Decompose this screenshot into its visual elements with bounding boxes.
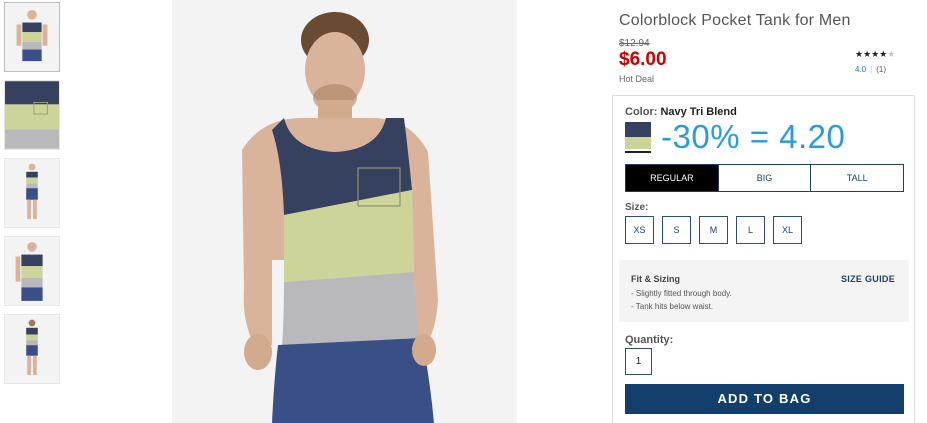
color-label: Color: <box>625 106 658 118</box>
fit-sizing-box: Fit & Sizing SIZE GUIDE - Slightly fitte… <box>619 260 909 322</box>
thumbnail-side-image <box>5 237 59 305</box>
color-selection: Color: Navy Tri Blend <box>625 106 737 118</box>
size-button-xl[interactable]: XL <box>773 216 802 244</box>
model-illustration <box>172 0 517 423</box>
star-rating-icon: ★★★★★ <box>855 49 896 59</box>
swatch-selected-underline <box>625 151 651 153</box>
rating-average[interactable]: 4.0 <box>855 65 866 74</box>
thumbnail-closeup[interactable] <box>4 80 60 150</box>
quantity-input[interactable]: 1 <box>625 348 652 375</box>
size-button-xs[interactable]: XS <box>625 216 654 244</box>
fit-sizing-title: Fit & Sizing <box>631 274 680 284</box>
tab-tall[interactable]: TALL <box>811 165 904 191</box>
thumbnail-back-image <box>5 315 59 383</box>
rating-separator: | <box>870 65 873 74</box>
thumbnail-back[interactable] <box>4 314 60 384</box>
rating[interactable]: ★★★★★ 4.0 | (1) <box>855 49 915 74</box>
fit-tabs: REGULAR BIG TALL <box>625 164 904 192</box>
thumbnail-side[interactable] <box>4 236 60 306</box>
thumbnail-full-body-image <box>5 159 59 227</box>
size-label: Size: <box>625 202 649 213</box>
swatch-navy-band <box>625 122 651 137</box>
deal-label: Hot Deal <box>619 74 655 84</box>
thumbnail-front-image <box>5 3 59 71</box>
original-price: $12.94 <box>619 38 650 49</box>
review-count[interactable]: (1) <box>876 65 886 74</box>
options-panel: Color: Navy Tri Blend -30% = 4.20 REGULA… <box>612 95 915 423</box>
size-guide-link[interactable]: SIZE GUIDE <box>841 274 895 284</box>
thumbnail-full-body[interactable] <box>4 158 60 228</box>
color-swatch-navy-tri-blend[interactable] <box>625 122 651 154</box>
promo-discount-text: -30% = 4.20 <box>661 118 846 155</box>
fit-note: - Tank hits below waist. <box>631 302 714 311</box>
swatch-yellow-band <box>625 137 651 149</box>
thumbnail-closeup-image <box>5 81 59 149</box>
size-button-l[interactable]: L <box>736 216 765 244</box>
add-to-bag-button[interactable]: ADD TO BAG <box>625 384 904 414</box>
product-main-image <box>172 0 517 423</box>
size-button-m[interactable]: M <box>699 216 728 244</box>
size-button-s[interactable]: S <box>662 216 691 244</box>
size-options: XS S M L XL <box>625 216 810 244</box>
tab-big[interactable]: BIG <box>718 165 812 191</box>
tab-regular[interactable]: REGULAR <box>626 165 719 191</box>
sale-price: $6.00 <box>619 49 667 70</box>
product-title: Colorblock Pocket Tank for Men <box>619 12 851 29</box>
thumbnail-front[interactable] <box>4 2 60 72</box>
color-value: Navy Tri Blend <box>660 106 737 118</box>
quantity-label: Quantity: <box>625 334 674 346</box>
fit-note: - Slightly fitted through body. <box>631 289 732 298</box>
